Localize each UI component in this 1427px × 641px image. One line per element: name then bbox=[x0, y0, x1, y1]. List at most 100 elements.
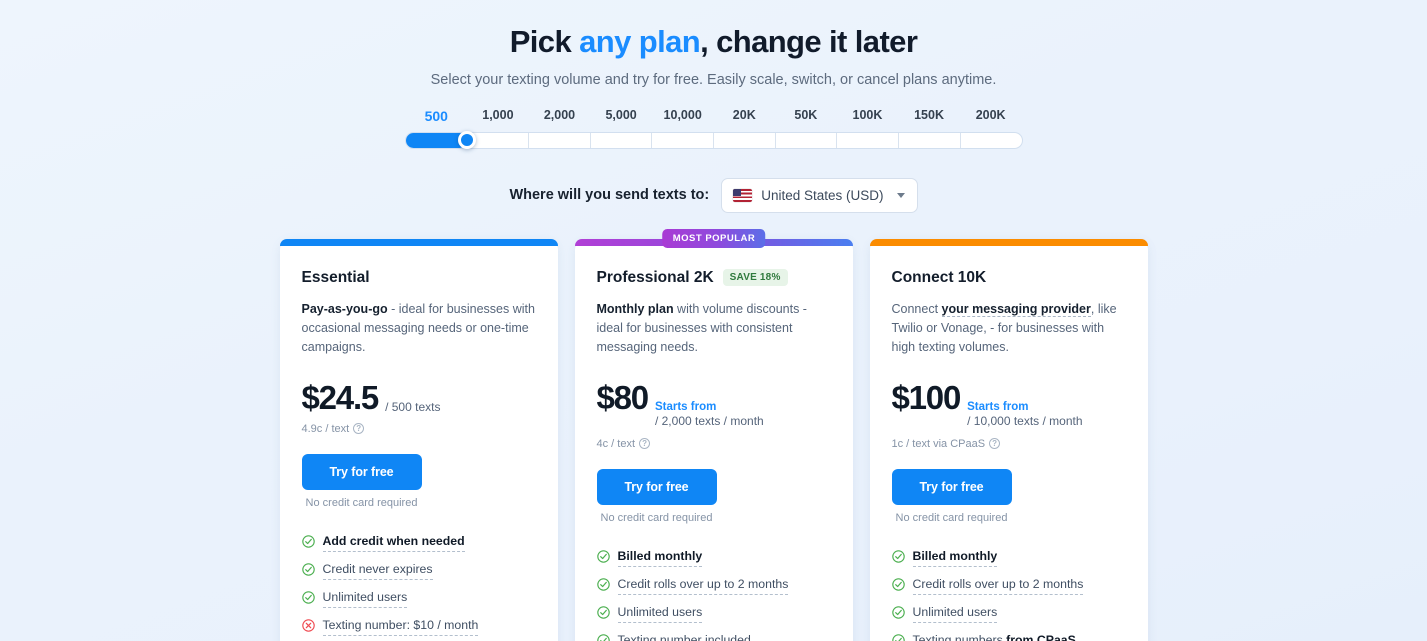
feature-label[interactable]: Unlimited users bbox=[912, 605, 998, 623]
card-description: Connect your messaging provider, like Tw… bbox=[891, 301, 1117, 355]
rate-value: 4.9c / text bbox=[301, 422, 350, 435]
price-meta: Starts from/ 2,000 texts / month bbox=[655, 400, 764, 430]
slider-segment[interactable] bbox=[714, 132, 776, 148]
no-credit-card-note: No credit card required bbox=[895, 511, 1008, 524]
pricing-page: Pick any plan, change it later Select yo… bbox=[0, 0, 1427, 641]
card-desc-highlight: Pay-as-you-go bbox=[301, 301, 388, 316]
slider-tick-100K[interactable]: 100K bbox=[837, 108, 899, 124]
info-circle-icon[interactable]: ? bbox=[639, 438, 651, 450]
check-circle-icon bbox=[596, 634, 610, 641]
feature-label[interactable]: Unlimited users bbox=[322, 590, 408, 608]
price-row: $24.5 / 500 texts bbox=[302, 381, 536, 414]
slider-handle[interactable] bbox=[458, 131, 477, 150]
price-row: $100 Starts from/ 10,000 texts / month bbox=[892, 381, 1126, 429]
feature-label[interactable]: Unlimited users bbox=[617, 605, 703, 623]
rate-value: 4c / text bbox=[596, 437, 636, 450]
country-question-label: Where will you send texts to: bbox=[509, 187, 710, 204]
info-circle-icon[interactable]: ? bbox=[353, 423, 365, 435]
check-circle-icon bbox=[891, 634, 905, 641]
card-accent-bar bbox=[869, 238, 1148, 246]
card-title: Connect 10K bbox=[891, 268, 987, 286]
slider-segment[interactable] bbox=[529, 132, 591, 148]
title-part-after: , change it later bbox=[700, 24, 918, 59]
price-unit: / 500 texts bbox=[385, 399, 441, 414]
card-title: Essential bbox=[301, 268, 370, 286]
feature-label[interactable]: Billed monthly bbox=[912, 549, 998, 567]
country-select[interactable]: United States (USD) bbox=[721, 177, 918, 213]
slider-segment[interactable] bbox=[837, 132, 900, 148]
feature-label[interactable]: Texting number included bbox=[618, 633, 751, 641]
pricing-card-connect-10k: Connect 10K Connect your messaging provid… bbox=[869, 238, 1148, 641]
card-price: $24.5 bbox=[301, 378, 380, 416]
card-description: Pay-as-you-go - ideal for businesses wit… bbox=[301, 301, 535, 355]
price-unit: / 2,000 texts / month bbox=[654, 414, 764, 429]
feature-list: Billed monthly Credit rolls over up to 2 … bbox=[596, 549, 831, 641]
card-accent-bar bbox=[279, 238, 558, 246]
feature-label[interactable]: Add credit when needed bbox=[322, 534, 465, 552]
feature-label[interactable]: Texting number: $10 / month bbox=[322, 618, 479, 636]
title-accent: any plan bbox=[579, 24, 701, 59]
slider-segment[interactable] bbox=[961, 133, 1022, 148]
price-starts-from: Starts from bbox=[654, 400, 717, 413]
check-circle-icon bbox=[596, 578, 610, 591]
slider-tick-labels: 500 1,000 2,000 5,000 10,000 20K 50K 100K 150K 20… bbox=[406, 108, 1022, 124]
slider-track[interactable] bbox=[405, 131, 1022, 150]
slider-tick-500[interactable]: 500 bbox=[406, 108, 468, 124]
hero-section: Pick any plan, change it later Select yo… bbox=[0, 0, 1427, 88]
slider-tick-10000[interactable]: 10,000 bbox=[652, 108, 714, 124]
info-circle-icon[interactable]: ? bbox=[989, 438, 1001, 450]
pricing-cards: Essential Pay-as-you-go - ideal for busin… bbox=[0, 228, 1427, 641]
card-title-row: Connect 10K bbox=[892, 269, 1126, 287]
feature-label[interactable]: Credit rolls over up to 2 months bbox=[912, 577, 1084, 595]
slider-segment[interactable] bbox=[652, 132, 715, 148]
cross-circle-icon bbox=[301, 618, 315, 632]
slider-segment[interactable] bbox=[899, 132, 961, 148]
feature-item: Texting numbers from CPaaS bbox=[891, 633, 1126, 641]
check-circle-icon bbox=[891, 606, 905, 619]
check-circle-icon bbox=[596, 606, 610, 619]
check-circle-icon bbox=[301, 535, 315, 548]
slider-tick-1000[interactable]: 1,000 bbox=[467, 108, 529, 124]
try-for-free-button[interactable]: Try for free bbox=[891, 468, 1012, 505]
feature-list: Billed monthly Credit rolls over up to 2 … bbox=[891, 549, 1126, 641]
no-credit-card-note: No credit card required bbox=[600, 511, 713, 524]
no-credit-card-note: No credit card required bbox=[305, 496, 418, 509]
feature-item: Credit rolls over up to 2 months bbox=[891, 577, 1126, 595]
check-circle-icon bbox=[596, 550, 610, 563]
feature-label[interactable]: Credit never expires bbox=[322, 562, 433, 580]
most-popular-badge: MOST POPULAR bbox=[661, 228, 766, 248]
volume-slider[interactable]: 500 1,000 2,000 5,000 10,000 20K 50K 100K 150K 20… bbox=[405, 108, 1022, 150]
feature-label[interactable]: Billed monthly bbox=[617, 549, 703, 567]
rate-value: 1c / text via CPaaS bbox=[891, 437, 986, 450]
check-circle-icon bbox=[891, 578, 905, 591]
pricing-card-essential: Essential Pay-as-you-go - ideal for busin… bbox=[279, 238, 558, 641]
slider-segment[interactable] bbox=[776, 132, 838, 148]
card-desc-highlight[interactable]: your messaging provider bbox=[941, 301, 1091, 317]
page-title: Pick any plan, change it later bbox=[0, 24, 1427, 60]
slider-tick-150K[interactable]: 150K bbox=[898, 108, 960, 124]
slider-segment[interactable] bbox=[467, 132, 529, 148]
card-desc-highlight: Monthly plan bbox=[596, 301, 674, 316]
feature-item: Add credit when needed bbox=[301, 534, 536, 552]
feature-list: Add credit when needed Credit never expir… bbox=[301, 534, 536, 641]
page-subtitle: Select your texting volume and try for f… bbox=[430, 71, 997, 88]
try-for-free-button[interactable]: Try for free bbox=[301, 453, 422, 490]
price-row: $80 Starts from/ 2,000 texts / month bbox=[597, 381, 831, 429]
slider-tick-20K[interactable]: 20K bbox=[713, 108, 775, 124]
check-circle-icon bbox=[301, 562, 315, 576]
check-circle-icon bbox=[301, 590, 315, 604]
feature-label[interactable]: Texting numbers from CPaaS bbox=[913, 633, 1076, 641]
slider-tick-50K[interactable]: 50K bbox=[775, 108, 837, 124]
feature-label[interactable]: Credit rolls over up to 2 months bbox=[617, 577, 789, 595]
slider-tick-2000[interactable]: 2,000 bbox=[529, 108, 591, 124]
feature-item: Billed monthly bbox=[596, 549, 831, 567]
pricing-card-professional-2k: MOST POPULAR Professional 2K SAVE 18% Month… bbox=[574, 228, 853, 641]
slider-tick-200K[interactable]: 200K bbox=[960, 108, 1022, 124]
slider-segment[interactable] bbox=[591, 132, 653, 148]
try-for-free-button[interactable]: Try for free bbox=[596, 468, 717, 505]
title-part-before: Pick bbox=[509, 24, 580, 59]
card-title: Professional 2K bbox=[596, 268, 714, 286]
us-flag-icon bbox=[733, 188, 753, 202]
slider-tick-5000[interactable]: 5,000 bbox=[590, 108, 652, 124]
check-circle-icon bbox=[891, 550, 905, 563]
